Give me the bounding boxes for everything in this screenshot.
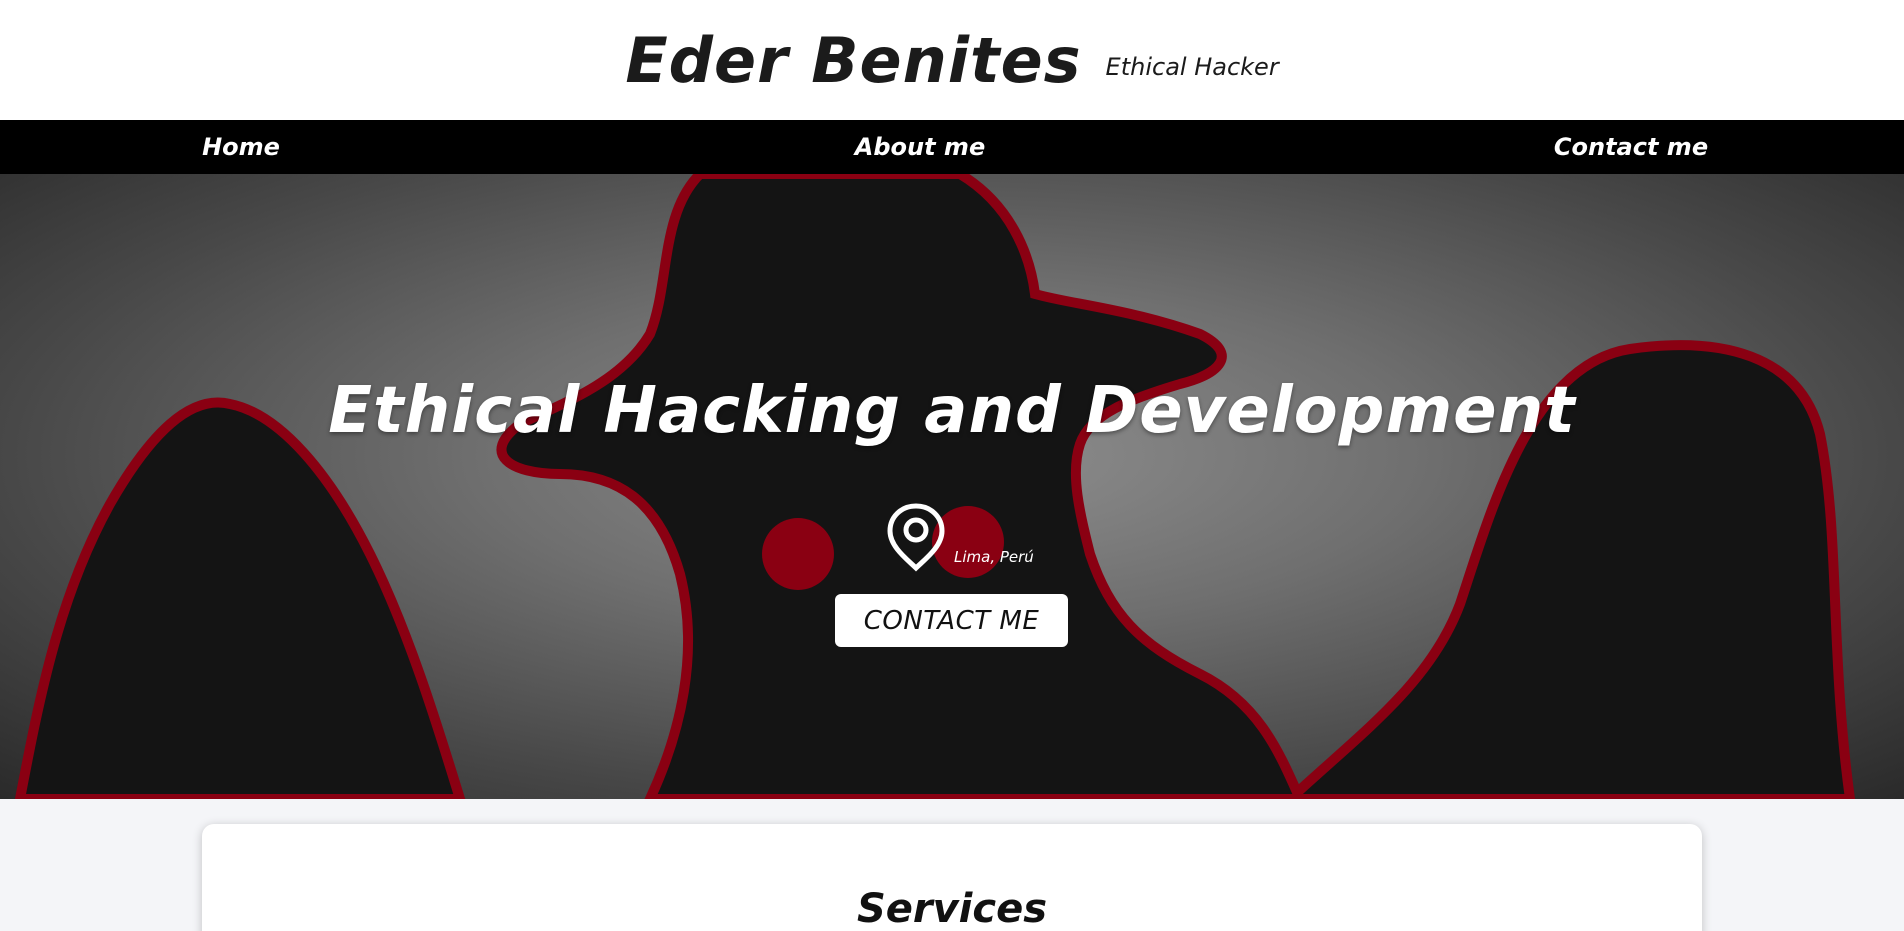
location-label: Lima, Perú <box>954 548 1034 566</box>
hero-title: Ethical Hacking and Development <box>328 374 1576 448</box>
nav-link-about-me[interactable]: About me <box>855 120 985 174</box>
map-pin-icon <box>886 502 946 576</box>
services-section: Services <box>202 824 1702 931</box>
site-header: Eder Benites Ethical Hacker <box>0 0 1904 120</box>
main-nav: Home About me Contact me <box>0 120 1904 174</box>
location-info: Lima, Perú <box>886 503 1034 576</box>
hacker-silhouette-illustration <box>14 174 1856 799</box>
nav-link-home[interactable]: Home <box>202 120 280 174</box>
site-tagline: Ethical Hacker <box>1105 53 1279 81</box>
contact-me-button[interactable]: CONTACT ME <box>835 594 1068 647</box>
hero-banner: Ethical Hacking and Development Lima, Pe… <box>0 174 1904 799</box>
services-title: Services <box>856 886 1048 931</box>
nav-link-contact-me[interactable]: Contact me <box>1554 120 1708 174</box>
site-name: Eder Benites <box>625 23 1082 97</box>
